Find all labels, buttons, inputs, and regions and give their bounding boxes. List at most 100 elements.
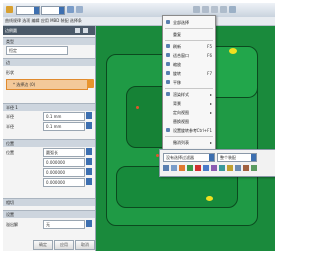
curve-icon[interactable] [211, 6, 218, 13]
line-icon[interactable] [202, 6, 209, 13]
menu-item-rotation-ref[interactable]: 设置旋转参考 Ctrl+F1 [163, 126, 215, 135]
filter-dropdown[interactable] [16, 6, 40, 15]
menu-item-repeat[interactable]: 重复 [163, 30, 215, 39]
overflow-arrow-icon[interactable] [86, 220, 92, 227]
section-type[interactable]: 类型 [3, 37, 95, 45]
app-window: 曲线规律 选项 编辑 应用 MBD 装配 选择条 边倒圆 类型 恒定 边 形状 … [3, 3, 275, 251]
menu-divider [165, 40, 213, 41]
shape-label: 形状 [6, 70, 14, 75]
menu-divider [165, 136, 213, 137]
radius-label: 半径 [6, 114, 14, 119]
hole-marker [229, 48, 237, 54]
position-dropdown[interactable]: 圆弧长 [43, 148, 85, 157]
render-style-icon [166, 92, 170, 96]
overflow-dropdown[interactable]: 无 [43, 220, 85, 229]
radius-input[interactable]: 0.1 mm [43, 112, 85, 121]
hole-marker [206, 196, 213, 201]
radius2-input[interactable]: 0.1 mm [43, 122, 85, 131]
coord-y-spin-icon[interactable] [86, 168, 92, 175]
section-tangency[interactable]: 相切 [3, 198, 95, 206]
quadrant-point-icon[interactable] [227, 165, 233, 171]
apply-button[interactable]: 应用 [54, 240, 74, 250]
menu-item-zoom[interactable]: 缩放 [163, 60, 215, 69]
radius-spin-icon[interactable] [86, 112, 92, 119]
point-icon[interactable] [193, 6, 200, 13]
control-point-icon[interactable] [203, 165, 209, 171]
section-edge[interactable]: 边 [3, 58, 95, 66]
menu-item-background[interactable]: 背景 ▸ [163, 99, 215, 108]
end-point-icon[interactable] [187, 165, 193, 171]
menu-item-undo-list[interactable]: 撤消列表 ▸ [163, 138, 215, 147]
coord-z-spin-icon[interactable] [86, 178, 92, 185]
position-arrow-icon[interactable] [86, 148, 92, 155]
overflow-label: 溢出解 [6, 222, 18, 227]
menu-item-select-all[interactable]: 全部选择 [163, 18, 215, 27]
menu-divider [165, 88, 213, 89]
snap-point-icon[interactable] [179, 165, 185, 171]
arc-icon[interactable] [220, 6, 227, 13]
select-edge-field[interactable]: * 选择边 (0) [6, 79, 88, 90]
selection-bar: 没有选择过滤器 整个装配 [159, 149, 275, 177]
menu-item-refresh[interactable]: 刷新 F5 [163, 42, 215, 51]
select-icon[interactable] [76, 6, 83, 13]
menu-item-rotate[interactable]: 旋转 F7 [163, 69, 215, 78]
radius2-label: 半径 [6, 124, 14, 129]
menu-item-orient-view[interactable]: 定向视图 ▸ [163, 108, 215, 117]
selection-scope-dropdown[interactable]: 整个装配 [217, 153, 257, 162]
submenu-arrow-icon: ▸ [209, 101, 212, 106]
chevron-down-icon [59, 7, 64, 14]
coord-y-input[interactable]: 0.000000 [43, 168, 85, 177]
reset-icon[interactable] [75, 28, 80, 33]
coord-x-spin-icon[interactable] [86, 158, 92, 165]
menu-icon[interactable] [6, 6, 13, 13]
menu-item-fit[interactable]: 适合窗口 F6 [163, 51, 215, 60]
point-marker [136, 106, 139, 109]
zoom-icon [166, 62, 170, 66]
scope-dropdown[interactable] [41, 6, 65, 15]
edge-blend-dialog: 边倒圆 类型 恒定 边 形状 * 选择边 (0) 半径 1 半径 0.1 mm … [3, 26, 96, 251]
dialog-header: 边倒圆 [3, 26, 95, 35]
select-general-icon[interactable] [163, 165, 169, 171]
menu-divider [165, 28, 213, 29]
refresh-icon [166, 44, 170, 48]
section-position[interactable]: 位置 [3, 139, 95, 147]
type-filter-dropdown[interactable]: 没有选择过滤器 [163, 153, 215, 162]
submenu-arrow-icon: ▸ [209, 140, 212, 145]
menu-item-replace-view[interactable]: 替换视图 [163, 117, 215, 126]
mid-point-icon[interactable] [195, 165, 201, 171]
intersection-icon[interactable] [211, 165, 217, 171]
existing-point-icon[interactable] [235, 165, 241, 171]
pan-icon [166, 80, 170, 84]
center-point-icon[interactable] [219, 165, 225, 171]
chevron-down-icon [209, 154, 214, 161]
rotation-ref-icon [166, 128, 170, 132]
view-icon[interactable] [229, 6, 236, 13]
main-toolbar [3, 3, 275, 18]
chevron-down-icon [251, 154, 256, 161]
ok-button[interactable]: 确定 [33, 240, 53, 250]
context-menu: 全部选择 重复 刷新 F5 适合窗口 F6 缩放 旋转 F7 平移 渲染样式 ▸ 背景 ▸… [162, 15, 216, 150]
cancel-button[interactable]: 取消 [75, 240, 95, 250]
coord-z-input[interactable]: 0.000000 [43, 178, 85, 187]
close-icon[interactable] [83, 28, 88, 33]
submenu-arrow-icon: ▸ [209, 110, 212, 115]
snap-icon[interactable] [67, 6, 74, 13]
ribbon-tabs-text[interactable]: 曲线规律 选项 编辑 应用 MBD 装配 选择条 [5, 18, 82, 24]
coord-x-input[interactable]: 0.000000 [43, 158, 85, 167]
ribbon-tabs: 曲线规律 选项 编辑 应用 MBD 装配 选择条 [3, 17, 275, 26]
radius2-spin-icon[interactable] [86, 122, 92, 129]
type-dropdown[interactable]: 恒定 [6, 46, 68, 55]
point-on-curve-icon[interactable] [243, 165, 249, 171]
section-radius[interactable]: 半径 1 [3, 103, 95, 111]
menu-item-render-style[interactable]: 渲染样式 ▸ [163, 90, 215, 99]
chevron-down-icon [34, 7, 39, 14]
edge-select-icon[interactable] [87, 79, 94, 88]
fit-icon [166, 53, 170, 57]
select-all-icon [166, 20, 170, 24]
point-on-face-icon[interactable] [251, 165, 257, 171]
menu-item-pan[interactable]: 平移 [163, 78, 215, 87]
rotate-icon [166, 71, 170, 75]
dialog-title: 边倒圆 [5, 28, 17, 33]
section-settings[interactable]: 设置 [3, 210, 95, 218]
undo-select-icon[interactable] [171, 165, 177, 171]
